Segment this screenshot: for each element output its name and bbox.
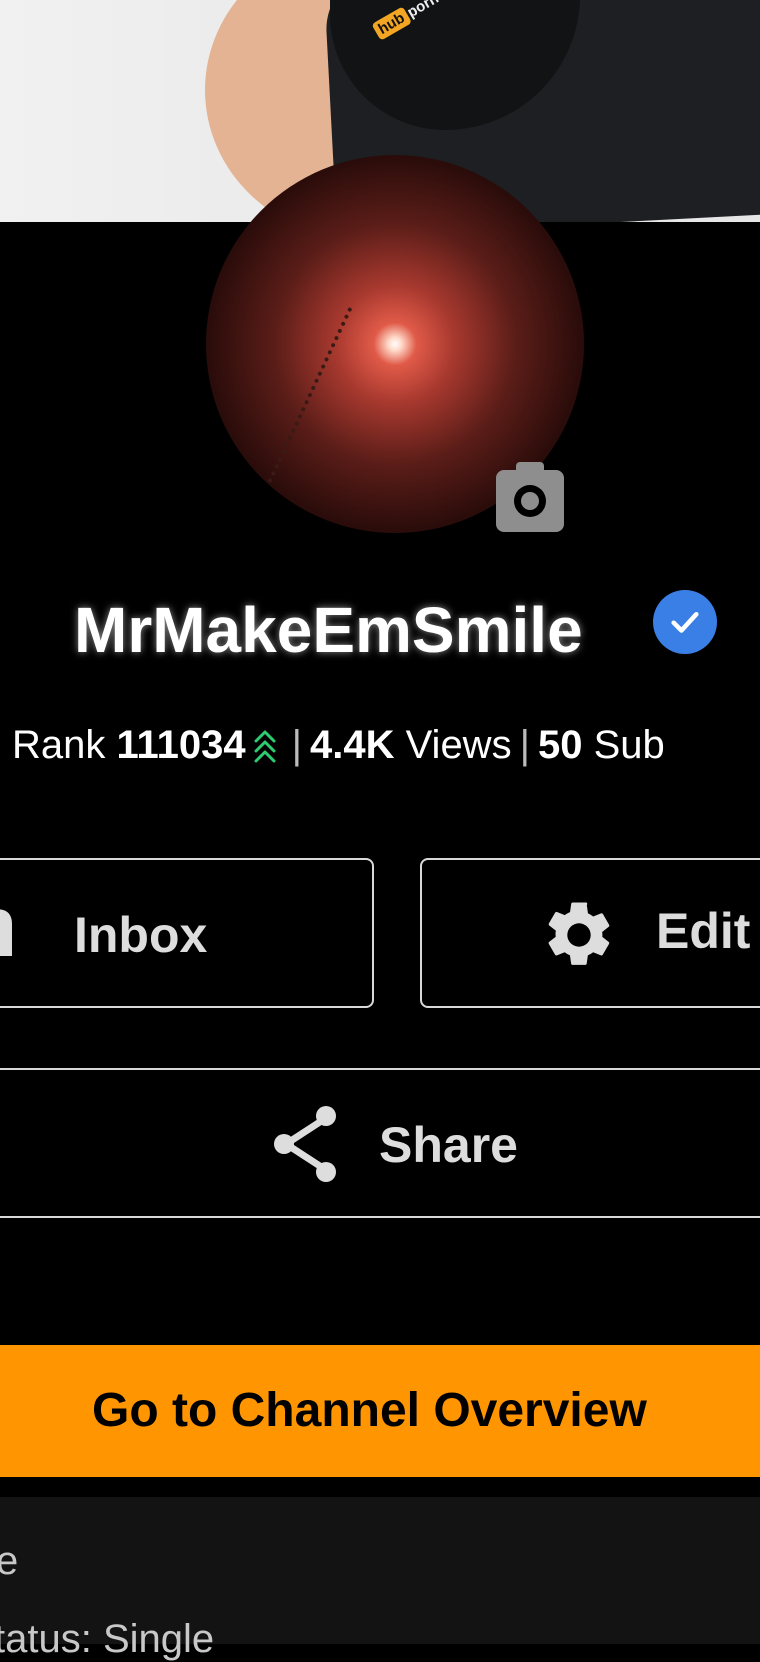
overview-label: Go to Channel Overview	[92, 1384, 647, 1437]
subs-value: 50	[537, 723, 583, 767]
about-section: e status: Single	[0, 1497, 760, 1661]
inbox-button[interactable]: Inbox	[0, 858, 374, 1008]
verified-check-icon	[653, 590, 717, 654]
stats-divider: |	[519, 723, 530, 767]
about-line: e	[0, 1539, 19, 1583]
views-value: 4.4K	[309, 723, 395, 767]
username: MrMakeEmSmile	[74, 594, 583, 666]
edit-label: Edit	[656, 903, 751, 959]
views-label: Views	[405, 723, 512, 767]
camera-icon[interactable]	[496, 462, 564, 532]
go-to-channel-overview-button[interactable]: Go to Channel Overview	[0, 1345, 760, 1477]
rank-up-chevrons-icon	[254, 730, 276, 763]
share-icon	[274, 1106, 336, 1182]
rank-value: 111034	[116, 723, 246, 767]
share-label: Share	[379, 1117, 518, 1173]
relationship-status: status: Single	[0, 1617, 215, 1661]
inbox-label: Inbox	[74, 907, 208, 963]
gear-icon	[548, 902, 610, 965]
share-button[interactable]: Share	[0, 1068, 760, 1218]
rank-label: Rank	[12, 723, 106, 767]
subs-label: Sub	[593, 723, 665, 767]
edit-button[interactable]: Edit	[420, 858, 760, 1008]
profile-stats: Rank 111034 | 4.4K Views | 50 Sub	[12, 720, 665, 770]
stats-divider: |	[291, 723, 302, 767]
inbox-icon	[0, 909, 12, 956]
